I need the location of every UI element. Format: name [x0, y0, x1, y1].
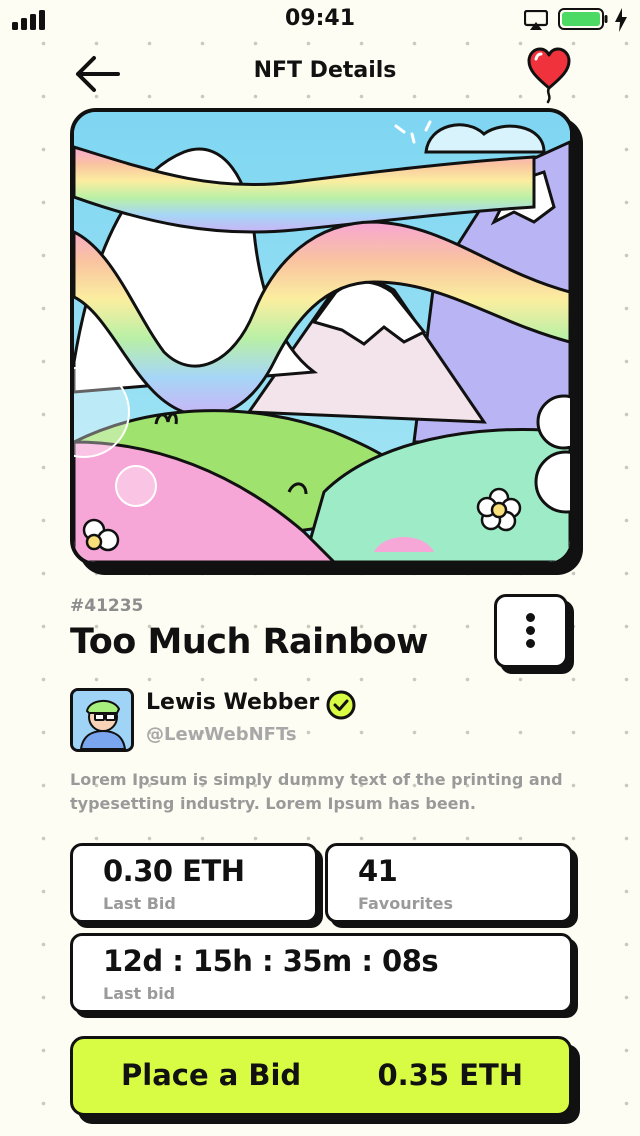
- nft-title: Too Much Rainbow: [70, 622, 429, 662]
- last-bid-label: Last Bid: [103, 894, 176, 913]
- favourites-value: 41: [358, 854, 398, 888]
- favourites-card: 41 Favourites: [325, 843, 573, 923]
- place-bid-button[interactable]: Place a Bid 0.35 ETH: [70, 1036, 572, 1116]
- token-id: #41235: [70, 596, 144, 616]
- countdown-label: Last bid: [103, 984, 176, 1003]
- nft-artwork[interactable]: [70, 108, 574, 566]
- airplay-icon: [524, 10, 548, 30]
- creator-handle[interactable]: @LewWebNFTs: [146, 724, 297, 745]
- countdown-card: 12d : 15h : 35m : 08s Last bid: [70, 933, 573, 1013]
- countdown-value: 12d : 15h : 35m : 08s: [103, 944, 439, 978]
- place-bid-label: Place a Bid: [121, 1058, 302, 1092]
- creator-avatar[interactable]: [70, 688, 134, 752]
- status-bar: 09:41: [0, 0, 640, 40]
- battery-icon: [558, 8, 608, 30]
- last-bid-card: 0.30 ETH Last Bid: [70, 843, 318, 923]
- verified-check-icon: [326, 690, 356, 720]
- last-bid-value: 0.30 ETH: [103, 854, 245, 888]
- more-dot-icon: [526, 613, 535, 622]
- more-dot-icon: [526, 626, 535, 635]
- more-options-button[interactable]: [494, 594, 568, 668]
- place-bid-price: 0.35 ETH: [377, 1058, 523, 1092]
- creator-name[interactable]: Lewis Webber: [146, 690, 319, 715]
- nft-description: Lorem Ipsum is simply dummy text of the …: [70, 770, 563, 813]
- more-dot-icon: [526, 639, 535, 648]
- heart-balloon-icon[interactable]: [526, 46, 572, 104]
- charging-bolt-icon: [615, 8, 627, 32]
- favourites-label: Favourites: [358, 894, 453, 913]
